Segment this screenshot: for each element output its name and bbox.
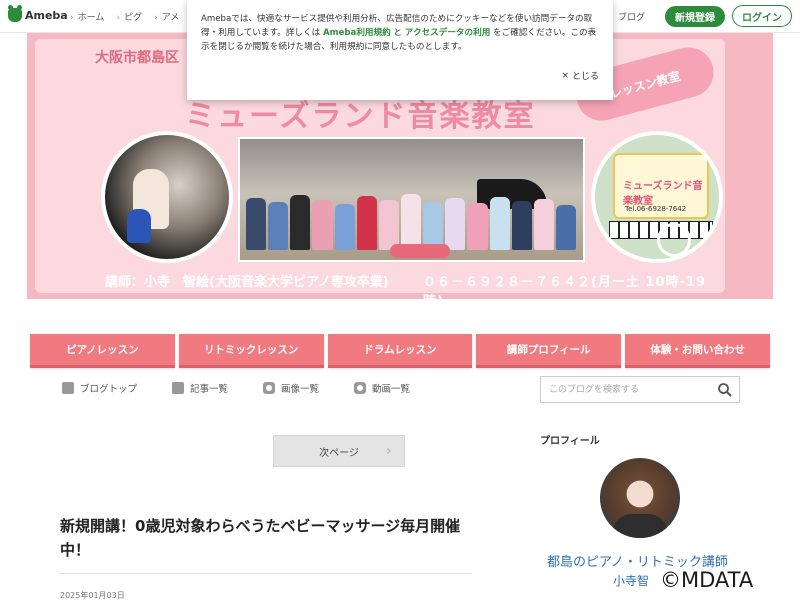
logo-text: Ameba — [25, 8, 68, 22]
school-sign-photo: ミューズランド音楽教室 Tel.06-6928-7642 — [591, 131, 723, 263]
kid-figure — [555, 205, 577, 250]
piano-lesson-photo — [101, 131, 233, 263]
kid-figure — [378, 200, 399, 250]
kid-figure — [334, 204, 355, 250]
kid-figure — [467, 203, 488, 250]
blog-link[interactable]: ブログ — [618, 10, 645, 23]
kid-figure — [400, 194, 422, 250]
article-divider — [60, 573, 472, 574]
kid-figure — [423, 202, 444, 250]
tab-trial-contact[interactable]: 体験・お問い合わせ — [625, 334, 770, 368]
kid-figure — [489, 197, 510, 250]
next-page-button[interactable]: 次ページ › — [273, 435, 405, 467]
kid-figure — [533, 199, 554, 250]
subnav-label: 画像一覧 — [281, 384, 320, 395]
subnav-blog-top[interactable]: ブログトップ — [62, 381, 137, 395]
cookie-text: Amebaでは、快適なサービス提供や利用分析、広告配信のためにクッキーなどを使い… — [201, 12, 599, 54]
sign-title: ミューズランド音楽教室 — [623, 181, 703, 207]
nav-home-link[interactable]: ホーム — [70, 10, 105, 23]
recital-photo — [238, 137, 585, 262]
blog-search-box — [540, 376, 740, 403]
search-icon[interactable] — [717, 382, 733, 398]
nav-pigg-link[interactable]: ピグ — [116, 10, 142, 23]
subnav-article-list[interactable]: 記事一覧 — [172, 381, 228, 395]
banner-heading: 大阪市都島区 — [95, 50, 179, 66]
tab-rhythmic-lesson[interactable]: リトミックレッスン — [178, 334, 324, 368]
close-icon: × — [561, 70, 569, 81]
article-date: 2025年01月03日 — [60, 591, 125, 600]
global-nav: ホーム ピグ アメ — [70, 10, 180, 23]
school-sign: ミューズランド音楽教室 Tel.06-6928-7642 — [613, 153, 709, 219]
kid-figure — [356, 196, 377, 250]
ameba-logo[interactable]: Ameba — [8, 5, 68, 22]
next-page-label: 次ページ — [319, 447, 359, 459]
kid-figure — [511, 201, 532, 250]
banner-tel: ０６－６９２８－７６４２(月ー土 10時-19時) — [423, 275, 707, 299]
cookie-close-button[interactable]: × とじる — [561, 69, 599, 83]
video-camera-icon — [354, 382, 367, 394]
banner-teacher: 講師：小寺 智絵(大阪音楽大学ピアノ専攻卒業) — [105, 275, 389, 290]
child-figure — [127, 209, 151, 243]
document-icon — [62, 382, 74, 394]
avatar-shirt — [612, 514, 668, 538]
article-title[interactable]: 新規開講！0歳児対象わらべうたベビーマッサージ毎月開催中！ — [60, 514, 480, 562]
flower-arrangement — [390, 244, 450, 258]
subnav-image-list[interactable]: 画像一覧 — [263, 381, 319, 395]
kid-figure — [268, 202, 289, 250]
sign-tel: Tel.06-6928-7642 — [625, 205, 687, 213]
copy-icon — [172, 382, 185, 394]
subnav-label: 動画一覧 — [372, 384, 411, 395]
terms-link[interactable]: Ameba利用規約 — [323, 28, 391, 38]
subnav-video-list[interactable]: 動画一覧 — [354, 381, 410, 395]
tab-piano-lesson[interactable]: ピアノレッスン — [30, 334, 175, 368]
login-button[interactable]: ログイン — [732, 5, 792, 27]
kid-figure — [445, 198, 466, 250]
camera-icon — [263, 382, 276, 394]
frog-icon — [8, 5, 22, 22]
kid-figure — [290, 195, 311, 250]
nav-ame-link[interactable]: アメ — [154, 10, 180, 23]
tab-drum-lesson[interactable]: ドラムレッスン — [327, 334, 473, 368]
children-group — [246, 188, 577, 250]
cookie-notice: Amebaでは、快適なサービス提供や利用分析、広告配信のためにクッキーなどを使い… — [187, 0, 613, 100]
blog-menu-tabs: ピアノレッスン リトミックレッスン ドラムレッスン 講師プロフィール 体験・お問… — [30, 334, 770, 368]
chevron-right-icon: › — [386, 443, 392, 459]
profile-heading: プロフィール — [540, 436, 600, 447]
wheel-decoration — [657, 223, 691, 257]
kid-figure — [246, 198, 267, 250]
copyright-watermark: ©MDATA — [660, 568, 754, 592]
subnav-label: ブログトップ — [80, 384, 138, 395]
profile-avatar[interactable] — [600, 458, 680, 538]
blog-search-input[interactable] — [541, 377, 711, 402]
cookie-conj: と — [393, 28, 403, 38]
access-data-link[interactable]: アクセスデータの利用 — [405, 28, 491, 38]
profile-sub-link[interactable]: 小寺智 — [613, 572, 649, 589]
close-label: とじる — [571, 72, 599, 82]
blog-subnav: ブログトップ 記事一覧 画像一覧 動画一覧 — [62, 381, 445, 395]
subnav-label: 記事一覧 — [190, 384, 229, 395]
kid-figure — [312, 200, 333, 250]
register-button[interactable]: 新規登録 — [665, 6, 725, 27]
tab-teacher-profile[interactable]: 講師プロフィール — [476, 334, 622, 368]
